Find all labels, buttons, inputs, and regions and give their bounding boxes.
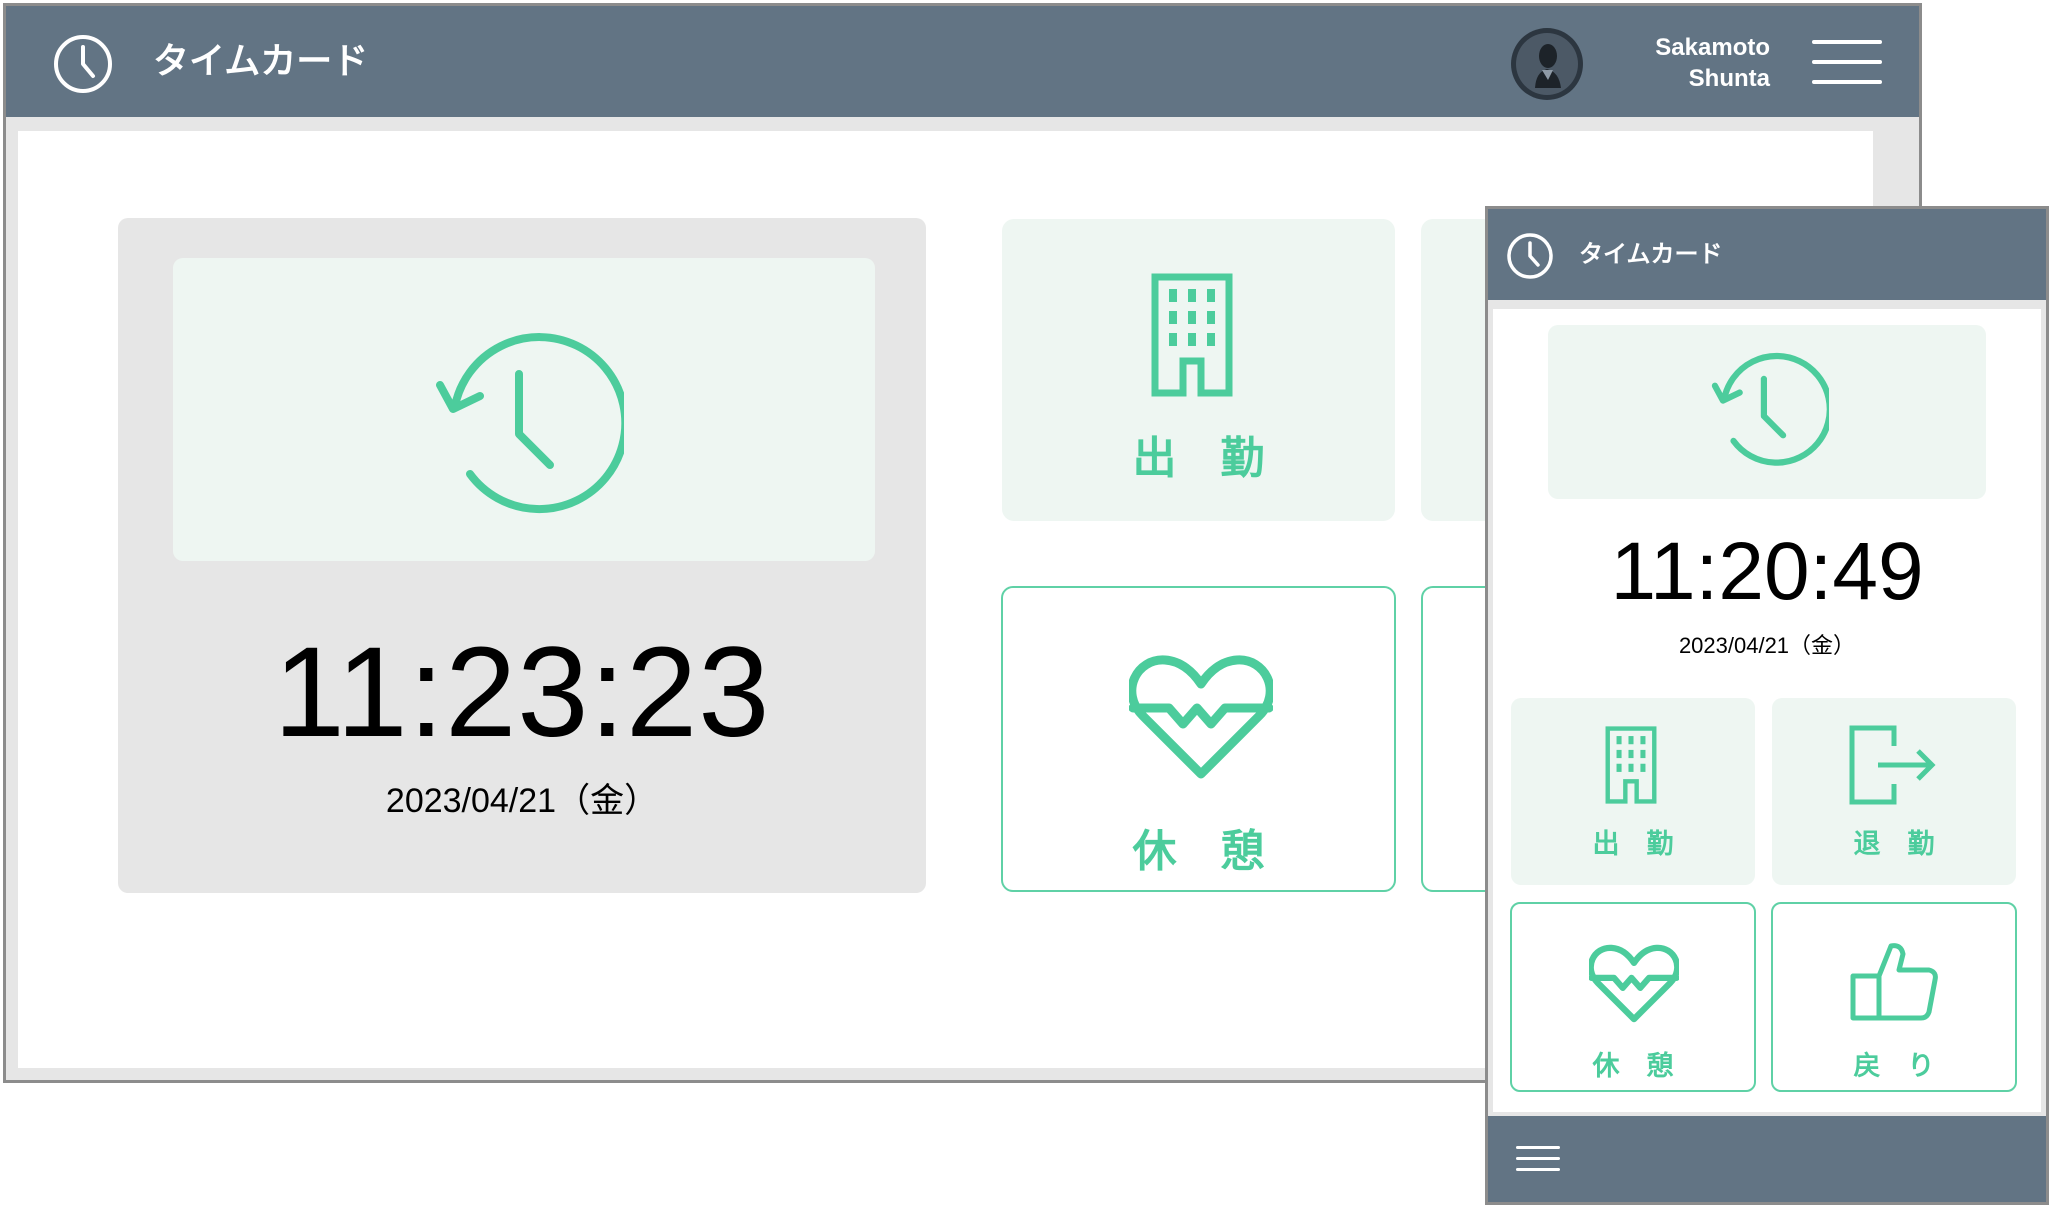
mobile-break-button[interactable]: 休 憩 xyxy=(1510,902,1756,1092)
break-label: 休 憩 xyxy=(1132,827,1265,876)
clock-panel: 11:23:23 2023/04/21（金） xyxy=(118,218,926,893)
current-date: 2023/04/21（金） xyxy=(385,782,659,820)
mobile-clock-in-button[interactable]: 出 勤 xyxy=(1511,698,1755,885)
building-icon xyxy=(1151,273,1233,397)
mobile-footer xyxy=(1488,1116,2046,1202)
user-last-name: Shunta xyxy=(1688,65,1770,92)
mobile-app-header: タイムカード xyxy=(1488,209,2046,300)
clock-in-label: 出 勤 xyxy=(1132,434,1265,483)
app-header: タイムカード Sakamoto Shunta xyxy=(6,6,1919,117)
clock-icon xyxy=(1507,233,1553,279)
heart-pulse-icon xyxy=(1129,655,1273,779)
mobile-window: タイムカード 11:20:49 2023/04/21（金） 出 勤 退 勤 休 … xyxy=(1485,206,2049,1205)
mobile-clock-icon-box xyxy=(1548,325,1986,499)
history-clock-icon xyxy=(1711,352,1829,466)
mobile-break-label: 休 憩 xyxy=(1592,1051,1674,1081)
avatar[interactable] xyxy=(1511,28,1583,100)
user-first-name: Sakamoto xyxy=(1655,34,1770,61)
hamburger-menu-icon[interactable] xyxy=(1812,40,1882,84)
mobile-return-button[interactable]: 戻 り xyxy=(1771,902,2017,1092)
building-icon xyxy=(1605,726,1657,804)
clock-icon-box xyxy=(173,258,875,561)
clock-in-button[interactable]: 出 勤 xyxy=(1002,219,1395,521)
hamburger-menu-icon[interactable] xyxy=(1516,1146,1560,1172)
user-name: Sakamoto Shunta xyxy=(1610,32,1770,94)
exit-icon xyxy=(1849,725,1936,805)
mobile-return-label: 戻 り xyxy=(1853,1051,1935,1081)
history-clock-icon xyxy=(436,333,624,513)
mobile-app-title: タイムカード xyxy=(1579,241,1723,268)
mobile-current-time: 11:20:49 xyxy=(1610,526,1924,617)
break-button[interactable]: 休 憩 xyxy=(1001,586,1396,892)
current-time: 11:23:23 xyxy=(273,621,771,764)
mobile-clock-out-button[interactable]: 退 勤 xyxy=(1772,698,2016,885)
heart-pulse-icon xyxy=(1589,944,1679,1023)
mobile-current-date: 2023/04/21（金） xyxy=(1678,633,1856,658)
mobile-main-content: 11:20:49 2023/04/21（金） 出 勤 退 勤 休 憩 戻 り xyxy=(1493,309,2041,1112)
mobile-clock-in-label: 出 勤 xyxy=(1592,829,1674,859)
thumbs-up-icon xyxy=(1850,943,1938,1021)
clock-icon xyxy=(54,35,112,93)
mobile-clock-out-label: 退 勤 xyxy=(1853,829,1935,859)
app-title: タイムカード xyxy=(153,40,369,81)
